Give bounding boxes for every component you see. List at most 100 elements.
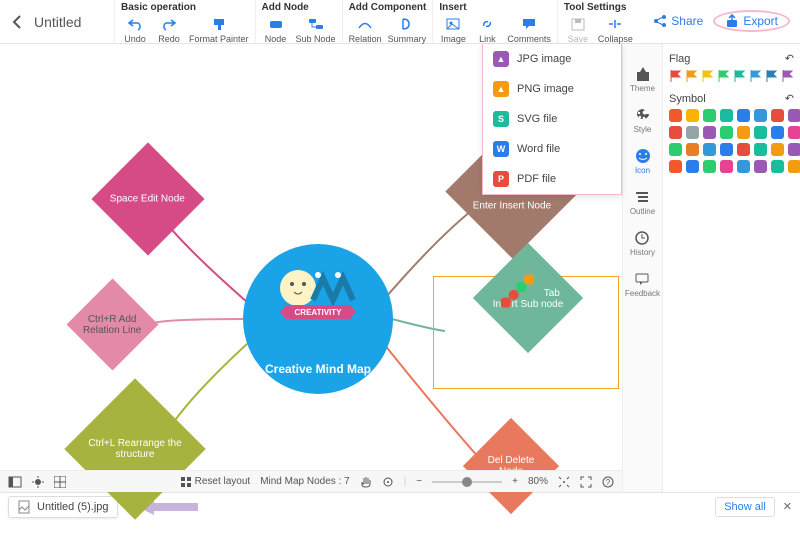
export-icon (725, 14, 739, 28)
export-word[interactable]: WWord file (483, 134, 621, 164)
icon-panel: Flag↶ Symbol↶ (662, 44, 800, 492)
export-jpg[interactable]: ▲JPG image (483, 44, 621, 74)
zoom-slider[interactable] (432, 481, 502, 483)
symbol-item[interactable] (737, 126, 750, 139)
symbol-item[interactable] (720, 143, 733, 156)
symbol-item[interactable] (703, 160, 716, 173)
node-tab-insert-sub[interactable]: Tab Insert Sub node (473, 243, 583, 353)
undo-icon[interactable]: ↶ (785, 92, 794, 105)
side-style[interactable]: Style (634, 107, 652, 134)
collapse-button[interactable]: Collapse (598, 15, 633, 44)
symbol-item[interactable] (771, 126, 784, 139)
symbol-item[interactable] (788, 126, 800, 139)
relation-button[interactable]: Relation (349, 15, 382, 44)
app-header: Untitled Basic operation Undo Redo Forma… (0, 0, 800, 44)
symbol-item[interactable] (771, 109, 784, 122)
document-title[interactable]: Untitled (34, 0, 114, 30)
symbol-item[interactable] (720, 109, 733, 122)
target-icon[interactable] (382, 476, 394, 488)
save-button[interactable]: Save (564, 15, 592, 44)
selection-rect: Tab Insert Sub node (433, 276, 619, 389)
export-pdf[interactable]: PPDF file (483, 164, 621, 194)
flag-item[interactable] (717, 69, 730, 82)
canvas[interactable]: Space Edit Node Ctrl+R Add Relation Line… (0, 44, 622, 492)
undo-icon[interactable]: ↶ (785, 52, 794, 65)
symbol-item[interactable] (703, 143, 716, 156)
share-button[interactable]: Share (653, 14, 703, 28)
brightness-icon[interactable] (32, 476, 44, 488)
side-theme[interactable]: Theme (630, 66, 655, 93)
group-add-component: Add Component Relation Summary (342, 0, 433, 44)
symbol-item[interactable] (788, 143, 800, 156)
export-svg[interactable]: SSVG file (483, 104, 621, 134)
zoom-in-button[interactable]: + (512, 476, 518, 487)
pan-icon[interactable] (360, 476, 372, 488)
symbol-item[interactable] (737, 109, 750, 122)
symbol-item[interactable] (754, 126, 767, 139)
symbol-item[interactable] (686, 126, 699, 139)
node-add-relation[interactable]: Ctrl+R Add Relation Line (67, 279, 159, 371)
png-icon: ▲ (493, 81, 509, 97)
symbol-item[interactable] (669, 160, 682, 173)
symbol-item[interactable] (754, 143, 767, 156)
symbol-item[interactable] (669, 109, 682, 122)
side-outline[interactable]: Outline (630, 189, 655, 216)
center-label: Creative Mind Map (265, 362, 371, 376)
side-feedback[interactable]: Feedback (625, 271, 660, 298)
image-icon (444, 15, 462, 33)
grid-icon[interactable] (54, 476, 66, 488)
format-painter-button[interactable]: Format Painter (189, 15, 249, 44)
back-button[interactable] (0, 0, 34, 44)
history-icon (633, 230, 651, 246)
insert-comments-button[interactable]: Comments (507, 15, 551, 44)
symbol-item[interactable] (669, 126, 682, 139)
comments-icon (520, 15, 538, 33)
side-history[interactable]: History (630, 230, 655, 257)
close-download-bar[interactable]: ✕ (783, 500, 792, 513)
flag-item[interactable] (733, 69, 746, 82)
svg-text:CREATIVITY: CREATIVITY (295, 308, 343, 317)
view-mode-icon[interactable] (8, 476, 22, 488)
insert-image-button[interactable]: Image (439, 15, 467, 44)
flag-item[interactable] (701, 69, 714, 82)
symbol-item[interactable] (686, 160, 699, 173)
insert-link-button[interactable]: Link (473, 15, 501, 44)
show-all-button[interactable]: Show all (715, 497, 775, 517)
reset-layout-button[interactable]: Reset layout (180, 476, 251, 488)
summary-button[interactable]: Summary (388, 15, 427, 44)
symbol-item[interactable] (720, 126, 733, 139)
fullscreen-icon[interactable] (580, 476, 592, 488)
undo-button[interactable]: Undo (121, 15, 149, 44)
symbol-item[interactable] (788, 160, 800, 173)
symbol-item[interactable] (720, 160, 733, 173)
add-node-button[interactable]: Node (262, 15, 290, 44)
add-subnode-button[interactable]: Sub Node (296, 15, 336, 44)
fit-icon[interactable] (558, 476, 570, 488)
symbol-item[interactable] (686, 143, 699, 156)
flag-item[interactable] (685, 69, 698, 82)
symbol-item[interactable] (754, 109, 767, 122)
flag-item[interactable] (749, 69, 762, 82)
symbol-item[interactable] (737, 160, 750, 173)
export-png[interactable]: ▲PNG image (483, 74, 621, 104)
symbol-item[interactable] (703, 126, 716, 139)
node-space-edit[interactable]: Space Edit Node (91, 142, 204, 255)
help-icon[interactable]: ? (602, 476, 614, 488)
symbol-item[interactable] (686, 109, 699, 122)
symbol-item[interactable] (788, 109, 800, 122)
redo-button[interactable]: Redo (155, 15, 183, 44)
symbol-item[interactable] (669, 143, 682, 156)
zoom-out-button[interactable]: − (416, 476, 422, 487)
flag-item[interactable] (765, 69, 778, 82)
center-node[interactable]: CREATIVITY Creative Mind Map (243, 244, 393, 394)
export-button[interactable]: Export (713, 10, 790, 32)
symbol-item[interactable] (771, 143, 784, 156)
flag-item[interactable] (669, 69, 682, 82)
symbol-item[interactable] (737, 143, 750, 156)
side-icon[interactable]: Icon (634, 148, 652, 175)
symbol-item[interactable] (771, 160, 784, 173)
flag-item[interactable] (781, 69, 794, 82)
symbol-item[interactable] (754, 160, 767, 173)
downloaded-file[interactable]: Untitled (5).jpg (8, 496, 118, 518)
symbol-item[interactable] (703, 109, 716, 122)
